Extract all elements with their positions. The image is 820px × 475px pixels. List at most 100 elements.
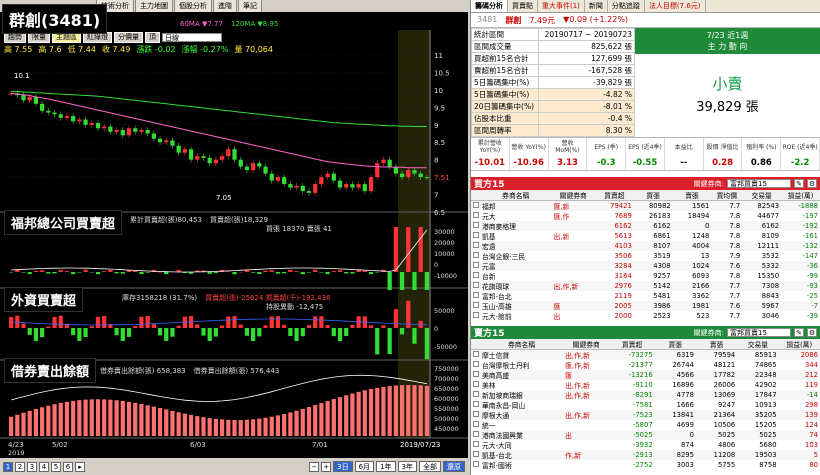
broker-row[interactable]: 花旗環球 出,作,新 2976 5142 2166 7.7 7308 -93 (471, 281, 820, 291)
tab-target-price[interactable]: 法人目標(7.6元) (645, 0, 706, 12)
row-checkbox[interactable] (471, 420, 480, 430)
broker-row[interactable]: 華南永昌-岡山 -7581 1666 9247 10913 298 (471, 400, 820, 410)
broker-row[interactable]: 元大 匯,作 7689 26183 18494 7.8 44677 -197 (471, 211, 820, 221)
lending-bar (257, 418, 262, 436)
broker-row[interactable]: 元富 3284 4308 1024 7.6 5332 -36 (471, 261, 820, 271)
zoom-3y-button[interactable]: 3年 (397, 461, 417, 472)
column-header[interactable]: 買張 (654, 339, 696, 350)
restore-button[interactable]: 還原 (443, 461, 465, 472)
panel2-tick: 30000 (434, 228, 455, 236)
column-header[interactable]: 賣張 (695, 339, 738, 350)
broker-bar (269, 270, 274, 272)
column-header[interactable]: 損益(萬) (778, 339, 820, 350)
page-3[interactable]: 3 (27, 461, 37, 472)
candle-body (288, 184, 293, 188)
broker-row[interactable]: 新加坡商瑞銀 出,作,新 -8291 4778 13069 17847 -14 (471, 390, 820, 400)
row-checkbox[interactable] (471, 360, 480, 370)
page-6[interactable]: 6 (63, 461, 73, 472)
row-checkbox[interactable] (471, 440, 480, 450)
sell-edit-icon[interactable]: ✎ (794, 328, 804, 337)
zoom-1y-button[interactable]: 1年 (376, 461, 396, 472)
summary-value: 127,699 張 (538, 52, 635, 65)
broker-row[interactable]: 台新 3164 9257 6093 7.8 15350 -99 (471, 271, 820, 281)
row-checkbox[interactable] (471, 460, 480, 470)
row-checkbox[interactable] (471, 271, 480, 281)
broker-row[interactable]: 摩根大通 出,作,新 -7523 13841 21364 35205 139 (471, 410, 820, 420)
row-checkbox[interactable] (471, 251, 480, 261)
buy-broker-select[interactable]: 富邦買賣15 (727, 179, 791, 188)
row-checkbox[interactable] (471, 380, 480, 390)
zoom-all-button[interactable]: 全部 (419, 461, 441, 472)
broker-row[interactable]: 美林 出,作,新 -9110 16896 26006 42902 119 (471, 380, 820, 390)
buy-settings-icon[interactable]: ⚙ (807, 179, 817, 188)
tab-branch-tracking[interactable]: 分點追蹤 (608, 0, 645, 12)
row-checkbox[interactable] (471, 291, 480, 301)
zoom-6m-button[interactable]: 6月 (354, 461, 375, 472)
trend-period: 7/23 近1週 (706, 31, 749, 40)
row-checkbox[interactable] (471, 390, 480, 400)
column-header[interactable]: 買賣超 (595, 190, 634, 201)
column-header[interactable]: 關鍵券商 (551, 190, 595, 201)
column-header[interactable]: 關鍵券商 (563, 339, 610, 350)
broker-row[interactable]: 台灣企銀-三民 3506 3519 13 7.9 3532 -147 (471, 251, 820, 261)
broker-row[interactable]: 元大-館前 出 2000 2523 523 7.7 3046 -39 (471, 311, 820, 321)
row-checkbox[interactable] (471, 450, 480, 460)
broker-row[interactable]: 摩士信貸 出,作,新 -73275 6319 79594 85913 2086 (471, 349, 820, 360)
row-checkbox[interactable] (471, 281, 480, 291)
broker-row[interactable]: 玉山-高雄匯 2005 3986 1981 7.6 5967 -7 (471, 301, 820, 311)
broker-row[interactable]: 福邦 匯,新 79421 80982 1561 7.7 82543 -1888 (471, 200, 820, 211)
column-header[interactable]: 交易量 (737, 339, 779, 350)
row-checkbox[interactable] (471, 400, 480, 410)
broker-row[interactable]: 港商麥格理 6162 6162 0 7.8 6162 -192 (471, 221, 820, 231)
tab-buy-sell-point[interactable]: 買賣點 (508, 0, 538, 12)
column-header[interactable]: 買均價 (711, 190, 743, 201)
row-checkbox[interactable] (471, 430, 480, 440)
page-1[interactable]: 1 (3, 461, 13, 472)
row-checkbox[interactable] (471, 241, 480, 251)
broker-row[interactable]: 富邦-台北 2119 5481 3362 7.7 8843 -25 (471, 291, 820, 301)
zoom-out-icon[interactable]: − (309, 461, 320, 472)
zoom-in-icon[interactable]: + (321, 461, 332, 472)
broker-cell: -73275 (609, 349, 655, 360)
column-header[interactable]: 賣張 (672, 190, 712, 201)
sell-settings-icon[interactable]: ⚙ (807, 328, 817, 337)
row-checkbox[interactable] (471, 410, 480, 420)
row-checkbox[interactable] (471, 261, 480, 271)
broker-row[interactable]: 宏遠 4103 8107 4004 7.8 12111 -132 (471, 241, 820, 251)
page-2[interactable]: 2 (15, 461, 25, 472)
row-checkbox[interactable] (471, 211, 480, 221)
row-checkbox[interactable] (471, 221, 480, 231)
zoom-3d-button[interactable]: 3日 (333, 461, 353, 472)
column-header[interactable]: 交易量 (742, 190, 782, 201)
sell-broker-select[interactable]: 富邦買賣15 (727, 328, 791, 337)
broker-row[interactable]: 元大-大同 -3932 874 4806 5680 103 (471, 440, 820, 450)
tab-news[interactable]: 新聞 (585, 0, 608, 12)
broker-row[interactable]: 台灣摩根士丹利 匯,作,新 -21377 26744 48121 74865 344 (471, 360, 820, 370)
buy-edit-icon[interactable]: ✎ (794, 179, 804, 188)
row-checkbox[interactable] (471, 301, 480, 311)
column-header[interactable]: 買賣超 (609, 339, 655, 350)
foreign-bar (145, 315, 150, 328)
broker-row[interactable]: 凱基-台北 作,新 -2913 8295 11208 19503 5 (471, 450, 820, 460)
panel2-tick: 10000 (434, 250, 455, 258)
broker-row[interactable]: 港商法國興業出 -5025 0 5025 5025 74 (471, 430, 820, 440)
tab-chip-analysis[interactable]: 籌碼分析 (471, 0, 508, 12)
row-checkbox[interactable] (471, 349, 480, 360)
page-next-icon[interactable]: ▸ (75, 461, 85, 472)
column-header[interactable]: 損益(萬) (781, 190, 820, 201)
row-checkbox[interactable] (471, 200, 480, 211)
row-checkbox[interactable] (471, 231, 480, 241)
row-checkbox[interactable] (471, 370, 480, 380)
column-header[interactable]: 買張 (633, 190, 673, 201)
tab-major-events[interactable]: 重大事件(1) (538, 0, 585, 12)
broker-row[interactable]: 凱基 出,新 5613 6861 1248 7.8 8109 -161 (471, 231, 820, 241)
column-header[interactable]: 券商名稱 (480, 190, 552, 201)
page-5[interactable]: 5 (51, 461, 61, 472)
row-checkbox[interactable] (471, 311, 480, 321)
column-header[interactable]: 券商名稱 (480, 339, 564, 350)
broker-row[interactable]: 美商高盛匯 -13216 4566 17782 22348 212 (471, 370, 820, 380)
broker-row[interactable]: 統一 -5807 4699 10506 15205 124 (471, 420, 820, 430)
page-4[interactable]: 4 (39, 461, 49, 472)
broker-row[interactable]: 富邦-國術 -2752 3003 5755 8758 80 (471, 460, 820, 470)
candle-body (71, 116, 76, 122)
